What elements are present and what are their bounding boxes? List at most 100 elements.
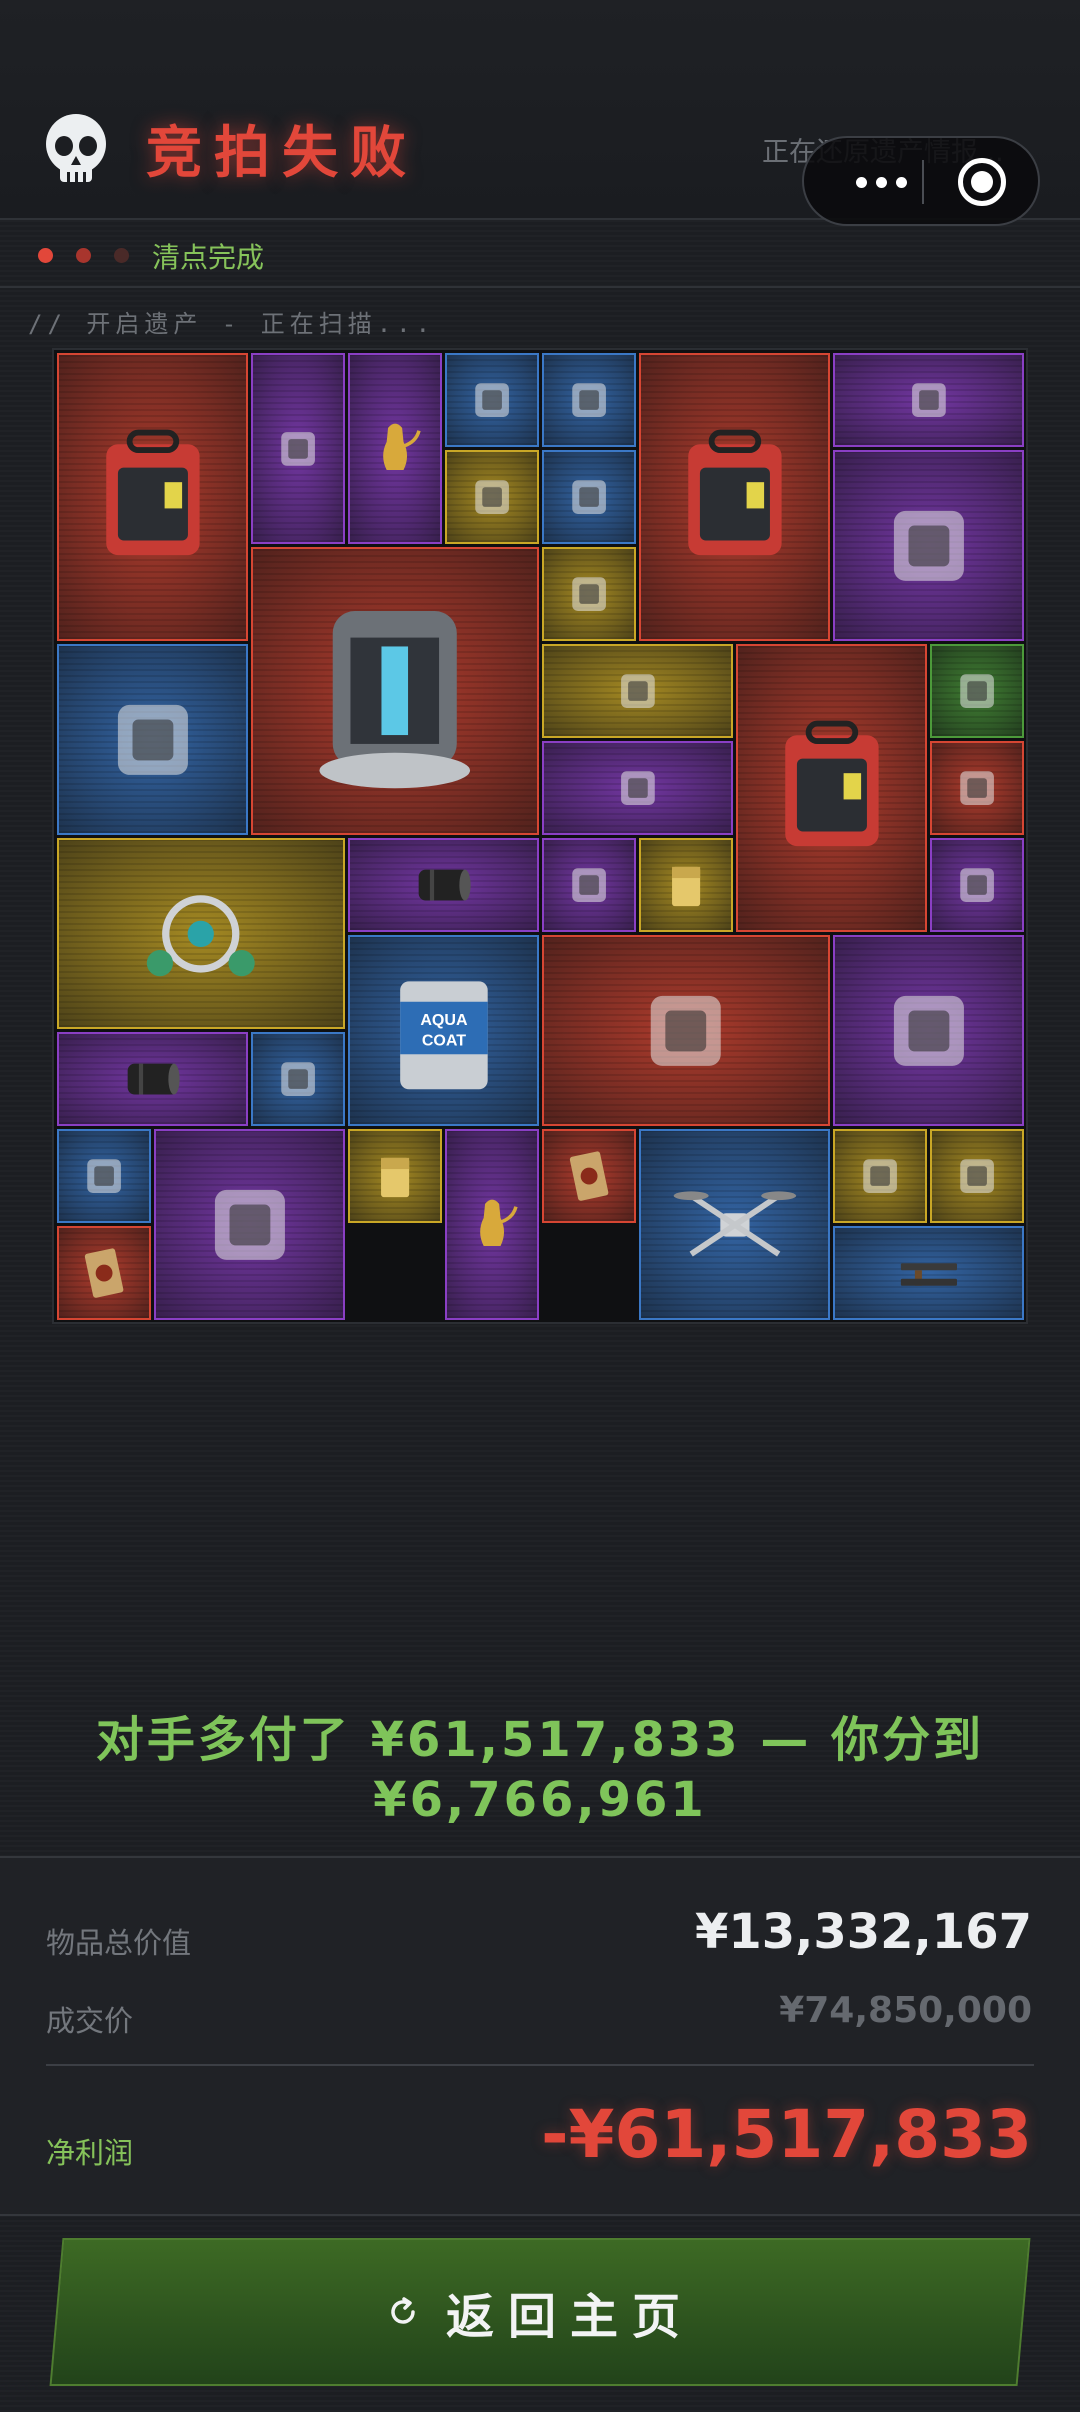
loot-cell-drink-can[interactable] [930,838,1024,932]
rotary-hammer-drill-icon [117,704,188,775]
more-options-icon[interactable] [836,164,926,200]
home-button-label: 返回主页 [445,2289,694,2345]
telescope-device-icon [893,510,964,581]
loot-cell-wooden-bird-figurine[interactable] [542,353,636,447]
loot-cell-black-tide-book[interactable] [251,353,345,544]
deal-price: ¥74,850,000 [779,1990,1032,2031]
zippo-lighter-icon [671,866,701,907]
loot-cell-zippo-lighter[interactable] [348,1129,442,1223]
handheld-terminal-icon [620,674,655,708]
assault-rifles-icon [900,1263,957,1286]
loot-cell-lab-incubator[interactable] [833,935,1024,1126]
jewel-amulet-icon [147,894,255,976]
loot-cell-coffee-machine[interactable] [154,1129,345,1320]
result-panel: 物品总价值 ¥13,332,167 成交价 ¥74,850,000 净利润 -¥… [0,1856,1080,2216]
camera-lens-icon [418,869,471,901]
optical-disc-icon [281,1062,315,1096]
loot-cell-emblem-medal[interactable] [542,547,636,641]
lab-incubator-icon [893,995,964,1066]
page-title: 竞拍失败 [146,121,418,186]
loot-cell-zippo-lighter[interactable] [639,838,733,932]
mini-program-capsule [802,136,1040,226]
loot-cell-aed-defibrillator[interactable] [57,353,248,641]
loot-cell-optical-disc[interactable] [251,1032,345,1126]
scan-line: // 开启遗产 - 正在扫描... [28,310,436,338]
reactor-core-icon [319,611,471,789]
ancient-coin-icon [572,480,606,514]
aqua-coat-paint-bucket-icon: AQUA COAT [399,980,488,1089]
aed-defibrillator-icon [687,429,782,556]
loot-cell-medicine-bottle[interactable] [57,1129,151,1223]
loot-cell-rugged-field-laptop[interactable] [542,935,830,1126]
close-target-icon[interactable] [958,158,1006,206]
medicine-bottle-icon [87,1159,121,1193]
boombox-speaker-icon [620,771,655,805]
camera-lens-icon [127,1063,180,1095]
loot-grid: AQUA COAT [52,348,1028,1324]
packaged-device-icon [911,383,946,417]
loot-cell-pill-box[interactable] [445,450,539,544]
loot-cell-packaged-device[interactable] [833,353,1024,447]
coffee-machine-icon [214,1189,285,1260]
loot-cell-ssd-stick[interactable] [930,1129,1024,1223]
ornate-card-icon [84,1248,124,1298]
status-bar: 清点完成 [0,220,1080,288]
loot-cell-telescope-device[interactable] [833,450,1024,641]
net-profit: -¥61,517,833 [541,2096,1032,2173]
home-button-content[interactable]: 返回主页 [0,2238,1080,2386]
loot-cell-ornate-card[interactable] [57,1226,151,1320]
cloth-vest-icon [572,868,606,902]
drink-can-icon [960,868,994,902]
loot-cell-golden-teapot[interactable] [348,353,442,544]
pen-tester-icon [960,674,994,708]
refresh-icon [391,2297,415,2324]
loot-cell-aed-defibrillator[interactable] [736,644,927,932]
golden-teapot-icon [480,1199,518,1246]
loot-cell-power-supply-knob[interactable] [445,353,539,447]
zippo-lighter-icon [380,1157,410,1198]
net-profit-label: 净利润 [46,2136,134,2170]
loot-cell-ancient-coin[interactable] [542,450,636,544]
aed-defibrillator-icon [784,720,879,847]
loot-cell-golden-teapot[interactable] [445,1129,539,1320]
loot-cell-handheld-terminal[interactable] [542,644,733,738]
skull-icon [46,114,106,182]
loot-cell-reactor-core[interactable] [251,547,539,835]
status-label: 清点完成 [152,241,265,274]
loot-cell-cloth-vest[interactable] [542,838,636,932]
loot-cell-jewel-amulet[interactable] [57,838,345,1029]
deal-price-label: 成交价 [46,2004,134,2038]
total-value-label: 物品总价值 [46,1926,192,1960]
rugged-field-laptop-icon [650,995,721,1066]
loot-cell-rotary-hammer-drill[interactable] [57,644,248,835]
usb-stick-icon [960,771,994,805]
divider [46,2064,1034,2066]
summary-line-1: 对手多付了 ¥61,517,833 — 你分到 [95,1712,985,1768]
status-dot [38,248,53,263]
loot-cell-camera-lens[interactable] [348,838,539,932]
loot-cell-camera-lens[interactable] [57,1032,248,1126]
svg-text:COAT: COAT [421,1031,465,1049]
loot-cell-ornate-card[interactable] [542,1129,636,1223]
gold-circuit-board-icon [863,1159,897,1193]
status-dot [76,248,91,263]
loot-cell-usb-stick[interactable] [930,741,1024,835]
ornate-card-icon [569,1151,609,1201]
total-value: ¥13,332,167 [694,1904,1032,1960]
wooden-bird-figurine-icon [572,383,606,417]
loot-cell-aed-defibrillator[interactable] [639,353,830,641]
status-dot [114,248,129,263]
golden-teapot-icon [383,423,421,470]
camera-drone-icon [673,1190,796,1257]
ssd-stick-icon [960,1159,994,1193]
loot-cell-boombox-speaker[interactable] [542,741,733,835]
loot-cell-gold-circuit-board[interactable] [833,1129,927,1223]
loot-cell-aqua-coat-paint-bucket[interactable]: AQUA COAT [348,935,539,1126]
summary-line-2: ¥6,766,961 [373,1772,707,1828]
capsule-divider [922,160,924,204]
loot-cell-pen-tester[interactable] [930,644,1024,738]
loot-cell-assault-rifles[interactable] [833,1226,1024,1320]
power-supply-knob-icon [475,383,509,417]
header: 竞拍失败 正在还原遗产情报... [0,0,1080,226]
loot-cell-camera-drone[interactable] [639,1129,830,1320]
